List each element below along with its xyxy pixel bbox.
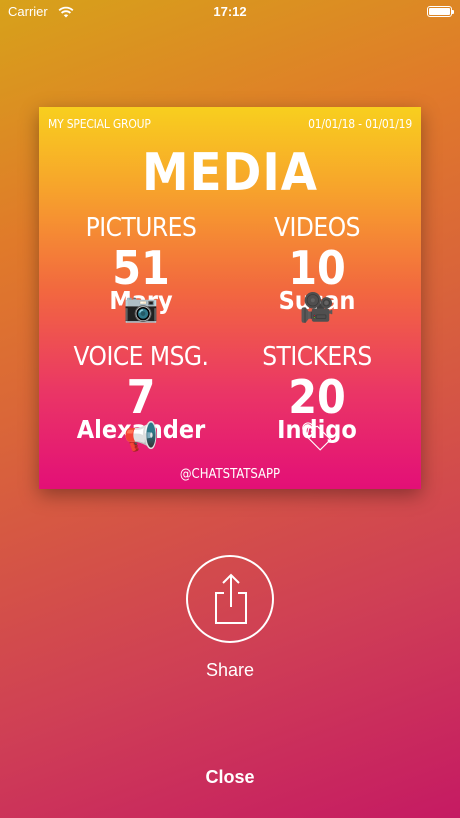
stat-label: PICTURES [85, 213, 197, 243]
stat-value: 10 [288, 241, 346, 295]
battery-icon [427, 6, 454, 17]
megaphone-icon: 📢 [123, 420, 159, 453]
stat-videos: VIDEOS 10 🎥 Susan [227, 213, 407, 322]
share-button[interactable] [186, 555, 274, 643]
share-label[interactable]: Share [0, 660, 460, 681]
stat-label: VOICE MSG. [73, 342, 209, 372]
group-name: MY SPECIAL GROUP [48, 117, 151, 131]
clock: 17:12 [213, 4, 247, 19]
date-range: 01/01/18 - 01/01/19 [308, 117, 412, 131]
stat-pictures: PICTURES 51 📷 Mary [51, 213, 231, 322]
camera-icon: 📷 [123, 291, 159, 324]
stat-label: STICKERS [262, 342, 372, 372]
card-title: MEDIA [142, 143, 318, 203]
stat-stickers: STICKERS 20 🏷 Indigo [227, 342, 407, 451]
share-icon [215, 573, 247, 624]
stat-value: 7 [126, 370, 156, 424]
close-button[interactable]: Close [0, 767, 460, 788]
sticker-icon: 🏷 [299, 420, 335, 453]
stat-voice-messages: VOICE MSG. 7 📢 Alexander [51, 342, 231, 451]
status-bar: Carrier 17:12 [0, 0, 460, 24]
card-footer: @CHATSTATSAPP [179, 467, 281, 482]
movie-camera-icon: 🎥 [299, 291, 335, 324]
stat-value: 20 [288, 370, 346, 424]
stat-label: VIDEOS [274, 213, 360, 243]
stat-value: 51 [112, 241, 170, 295]
media-stats-card: MY SPECIAL GROUP 01/01/18 - 01/01/19 MED… [39, 107, 421, 489]
